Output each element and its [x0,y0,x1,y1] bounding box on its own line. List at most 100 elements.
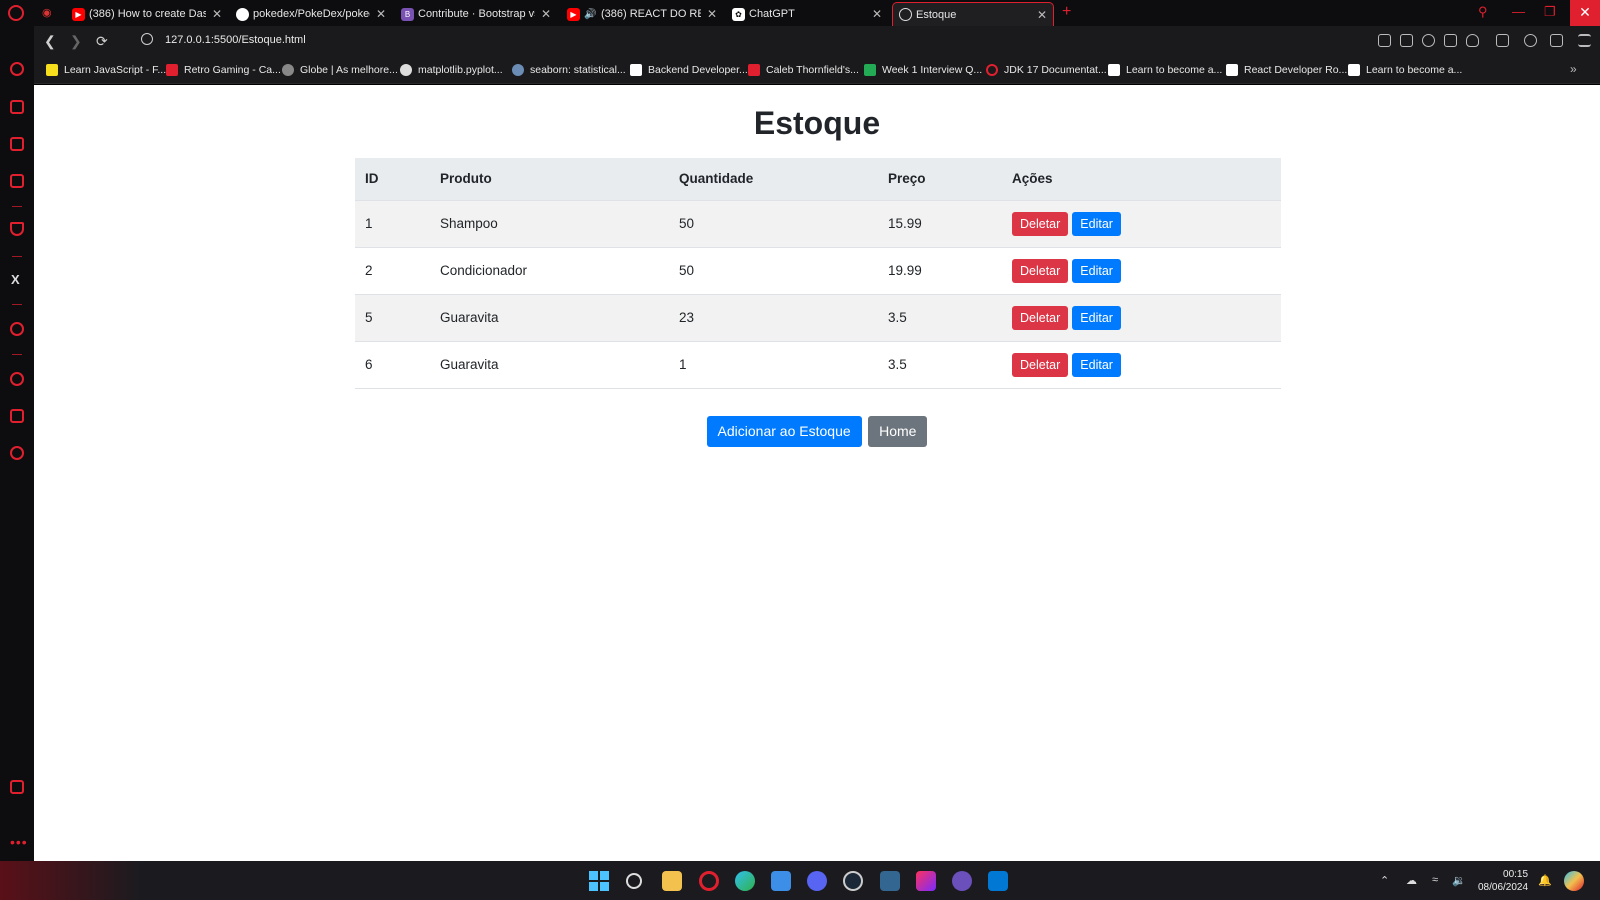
edit-button[interactable]: Editar [1072,352,1121,377]
site-info-icon[interactable] [141,33,153,45]
wifi-icon[interactable]: ≈ [1432,874,1438,886]
add-to-stock-button[interactable]: Adicionar ao Estoque [706,416,862,447]
cell-id: 1 [355,200,430,248]
camera-icon[interactable] [1400,34,1413,47]
chevron-up-icon[interactable]: ⌃ [1380,874,1389,887]
cell-produto: Guaravita [430,294,669,342]
more-bookmarks-icon[interactable]: » [1570,62,1577,76]
system-clock[interactable]: 00:15 08/06/2024 [1478,868,1528,894]
restore-icon[interactable]: ❐ [1544,4,1556,20]
opera-menu-icon[interactable] [8,5,24,21]
bookmark-item[interactable]: Learn to become a... [1108,64,1222,76]
column-header-acoes: Ações [1002,158,1281,201]
bookmark-item[interactable]: matplotlib.pyplot... [400,64,503,76]
bookmark-item[interactable]: Backend Developer... [630,64,748,76]
bookmark-item[interactable]: Caleb Thornfield's... [748,64,859,76]
discord-icon[interactable] [807,871,827,891]
vscode-icon[interactable] [988,871,1008,891]
bookmark-item[interactable]: JDK 17 Documentat... [986,64,1107,76]
gamepad-icon[interactable]: ◉ [42,6,56,20]
menu-icon[interactable] [1578,34,1591,47]
youtube-icon: ▶ [567,7,580,21]
player-icon[interactable] [10,322,24,336]
history-icon[interactable] [10,372,24,386]
youtube-icon: ▶ [72,7,85,21]
tab-youtube-react[interactable]: ▶ 🔊 (386) REACT DO RENAT ✕ [561,2,723,26]
new-tab-icon[interactable]: + [1062,3,1071,21]
x-twitter-icon[interactable]: X [11,272,20,287]
send-icon[interactable] [1444,34,1457,47]
app-icon[interactable] [952,871,972,891]
tab-youtube-dashboard[interactable]: ▶ (386) How to create Dashb ✕ [66,2,228,26]
profile-icon[interactable] [1524,34,1537,47]
url-text: 127.0.0.1:5500/Estoque.html [165,34,306,46]
search-tabs-icon[interactable]: ⚲ [1478,4,1488,20]
edit-button[interactable]: Editar [1072,305,1121,330]
bookmark-item[interactable]: Learn JavaScript - F... [46,64,166,76]
sidebar-divider [12,304,22,305]
close-tab-icon[interactable]: ✕ [541,7,551,21]
tab-chatgpt[interactable]: ✿ ChatGPT ✕ [726,2,888,26]
bookmark-item[interactable]: Learn to become a... [1348,64,1462,76]
cell-quantidade: 50 [669,200,878,248]
speed-dial-icon[interactable] [10,62,24,76]
edit-button[interactable]: Editar [1072,211,1121,236]
tab-estoque[interactable]: Estoque ✕ [892,2,1054,26]
heart-icon[interactable] [1466,34,1479,47]
postgresql-icon[interactable] [880,871,900,891]
delete-button[interactable]: Deletar [1012,211,1069,236]
extensions-cube-icon[interactable] [10,409,24,423]
shopping-icon[interactable] [10,100,24,114]
edit-button[interactable]: Editar [1072,258,1121,283]
store-icon[interactable] [771,871,791,891]
minimize-icon[interactable]: — [1512,4,1525,19]
twitch-icon[interactable] [10,137,24,151]
close-window-icon[interactable]: ✕ [1570,0,1600,26]
column-header-quantidade: Quantidade [669,158,878,201]
delete-button[interactable]: Deletar [1012,352,1069,377]
address-bar: ❮ ❯ ⟳ 127.0.0.1:5500/Estoque.html [34,26,1600,56]
bookmark-item[interactable]: seaborn: statistical... [512,64,626,76]
cell-preco: 3.5 [878,294,1002,342]
download-icon[interactable] [1550,34,1563,47]
more-options-icon[interactable]: ••• [10,834,28,850]
instagram-icon[interactable] [10,174,24,188]
close-tab-icon[interactable]: ✕ [376,7,386,21]
back-icon[interactable]: ❮ [44,33,56,50]
bookmark-item[interactable]: Week 1 Interview Q... [864,64,982,76]
globe-icon [899,8,912,21]
file-explorer-icon[interactable] [662,871,682,891]
gallery-icon[interactable] [10,780,24,794]
close-tab-icon[interactable]: ✕ [872,7,882,21]
bookmark-item[interactable]: Retro Gaming - Ca... [166,64,281,76]
forward-icon[interactable]: ❯ [70,33,82,50]
tab-github-pokedex[interactable]: pokedex/PokeDex/pokede ✕ [230,2,392,26]
bookmark-item[interactable]: React Developer Ro... [1226,64,1347,76]
reload-icon[interactable]: ⟳ [96,33,108,50]
copilot-icon[interactable] [1564,871,1584,891]
settings-gear-icon[interactable] [10,446,24,460]
search-icon[interactable] [626,873,642,889]
notification-bell-icon[interactable]: 🔔 [1538,874,1552,887]
intellij-icon[interactable] [916,871,936,891]
onedrive-icon[interactable]: ☁ [1406,874,1417,887]
tab-bootstrap[interactable]: B Contribute · Bootstrap v5.3 ✕ [395,2,557,26]
opera-icon[interactable] [699,871,719,891]
delete-button[interactable]: Deletar [1012,258,1069,283]
volume-icon[interactable]: 🔉 [1452,874,1466,887]
aria-icon[interactable] [10,222,24,236]
home-button[interactable]: Home [868,416,928,447]
share-icon[interactable] [1378,34,1391,47]
edge-icon[interactable] [735,871,755,891]
close-tab-icon[interactable]: ✕ [1037,8,1047,22]
steam-icon[interactable] [843,871,863,891]
close-tab-icon[interactable]: ✕ [707,7,717,21]
url-field[interactable]: 127.0.0.1:5500/Estoque.html [141,33,306,46]
close-tab-icon[interactable]: ✕ [212,7,222,21]
delete-button[interactable]: Deletar [1012,305,1069,330]
speaker-icon[interactable]: 🔊 [584,8,597,21]
cube-icon[interactable] [1496,34,1509,47]
windows-start-icon[interactable] [589,871,609,891]
bookmark-item[interactable]: Globe | As melhore... [282,64,398,76]
block-icon[interactable] [1422,34,1435,47]
